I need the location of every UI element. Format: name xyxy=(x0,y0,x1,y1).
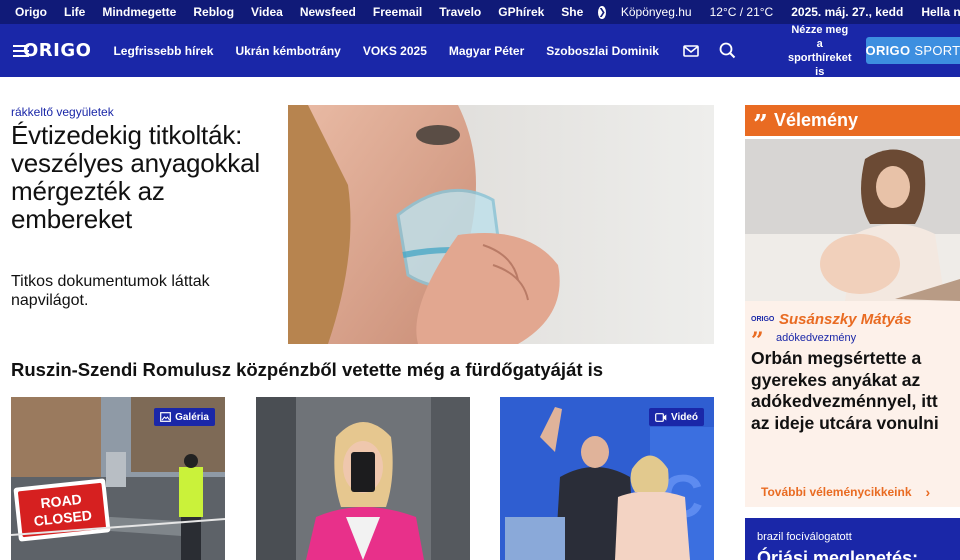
site-logo[interactable]: ORIGO xyxy=(23,40,91,61)
next-article-card[interactable]: brazil focíválogatott Óriási meglepetés: xyxy=(745,518,960,560)
nav-item-szoboszlai[interactable]: Szoboszlai Dominik xyxy=(546,44,659,58)
opinion-author[interactable]: Susánszky Mátyás xyxy=(779,311,912,328)
topbar-link-she[interactable]: She xyxy=(561,5,583,19)
top-bar: Origo Life Mindmegette Reblog Videa News… xyxy=(0,0,960,24)
lead-image[interactable] xyxy=(288,105,714,344)
mail-icon[interactable] xyxy=(683,44,699,57)
topbar-link-newsfeed[interactable]: Newsfeed xyxy=(300,5,356,19)
weather-link[interactable]: Köpönyeg.hu xyxy=(621,5,692,19)
main-header: ORIGO Legfrissebb hírek Ukrán kémbotrány… xyxy=(0,23,960,79)
opinion-heading: Vélemény xyxy=(773,110,859,130)
article-thumbnail[interactable]: ROAD CLOSED Galéria xyxy=(11,397,225,560)
topbar-link-gphirek[interactable]: GPhírek xyxy=(498,5,544,19)
gallery-badge: Galéria xyxy=(154,408,215,426)
next-article-kicker: brazil focíválogatott xyxy=(757,531,852,543)
topbar-link-mindmegette[interactable]: Mindmegette xyxy=(102,5,176,19)
origo-sport-button[interactable]: ORIGO SPORT → xyxy=(865,37,960,64)
sport-prompt-line: sporthíreket is xyxy=(787,51,852,78)
opinion-image[interactable] xyxy=(745,139,960,301)
nav-item-magyar-peter[interactable]: Magyar Péter xyxy=(449,44,524,58)
topbar-link-freemail[interactable]: Freemail xyxy=(373,5,422,19)
sport-button-light: SPORT xyxy=(914,43,960,58)
main-nav: Legfrissebb hírek Ukrán kémbotrány VOKS … xyxy=(91,44,659,58)
sport-prompt: Nézze meg a sporthíreket is xyxy=(788,23,852,79)
nav-item-latest[interactable]: Legfrissebb hírek xyxy=(113,44,213,58)
lead-headline[interactable]: Évtizedekig titkolták: veszélyes anyagok… xyxy=(11,121,273,233)
topbar-link-travelo[interactable]: Travelo xyxy=(439,5,481,19)
nav-item-spy-scandal[interactable]: Ukrán kémbotrány xyxy=(235,44,340,58)
opinion-header[interactable]: ” Vélemény xyxy=(745,105,960,140)
video-badge: Videó xyxy=(648,408,704,426)
second-headline[interactable]: Ruszin-Szendi Romulusz közpénzből vetett… xyxy=(11,359,603,381)
current-date: 2025. máj. 27., kedd xyxy=(791,5,904,19)
topbar-link-life[interactable]: Life xyxy=(64,5,85,19)
next-article-title: Óriási meglepetés: xyxy=(757,548,919,560)
nameday: Hella névnapja xyxy=(921,5,960,19)
video-badge-label: Videó xyxy=(670,411,698,423)
topbar-link-origo[interactable]: Origo xyxy=(15,5,47,19)
more-opinions-link[interactable]: További véleménycikkeink › xyxy=(761,484,930,500)
mini-logo: ORIGO xyxy=(751,316,775,323)
video-camera-icon xyxy=(655,412,667,422)
sport-button-bold: ORIGO xyxy=(865,43,911,58)
topbar-link-reblog[interactable]: Reblog xyxy=(193,5,234,19)
opinion-card[interactable]: ORIGO Susánszky Mátyás ” adókedvezmény O… xyxy=(745,301,960,507)
article-thumbnail[interactable] xyxy=(256,397,470,560)
opinion-kicker[interactable]: adókedvezmény xyxy=(776,332,856,344)
gallery-badge-label: Galéria xyxy=(175,411,209,423)
lead-text: Titkos dokumentumok láttak napvilágot. xyxy=(11,273,210,309)
topbar-link-videa[interactable]: Videa xyxy=(251,5,283,19)
sport-prompt-line: Nézze meg a xyxy=(791,23,849,50)
search-icon[interactable] xyxy=(719,42,736,59)
nav-item-voks[interactable]: VOKS 2025 xyxy=(363,44,427,58)
opinion-title[interactable]: Orbán megsértette a gyerekes anyákat az … xyxy=(751,348,956,434)
chevron-right-icon: › xyxy=(925,484,931,500)
more-opinions-label: További véleménycikkeink xyxy=(761,485,912,499)
quote-icon: ” xyxy=(753,109,768,140)
article-thumbnail[interactable]: C Videó xyxy=(500,397,714,560)
lead-kicker[interactable]: rákkeltő vegyületek xyxy=(11,105,114,119)
chevron-right-icon[interactable]: ❯ xyxy=(598,5,606,19)
temperature: 12°C / 21°C xyxy=(709,5,774,19)
image-icon xyxy=(160,412,171,422)
